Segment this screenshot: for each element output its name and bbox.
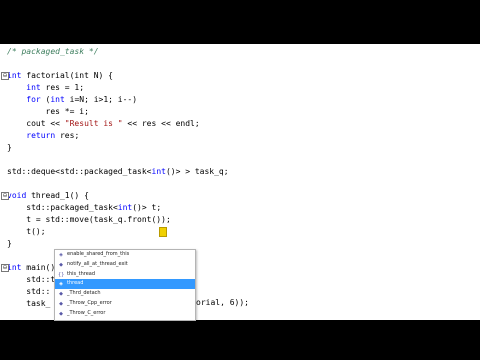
code-keyword: return	[26, 131, 56, 140]
code-line[interactable]: std::packaged_task<int()> t;	[7, 202, 161, 214]
code-text: task_	[7, 299, 51, 308]
code-keyword: int	[117, 203, 133, 212]
autocomplete-item[interactable]: ◆ _Thrd_detach	[55, 289, 195, 299]
code-text: }	[7, 239, 12, 248]
class-icon: ◈	[59, 252, 63, 258]
code-keyword: for	[26, 95, 41, 104]
autocomplete-item-label: enable_shared_from_this	[67, 251, 130, 257]
function-icon: ◆	[59, 310, 63, 317]
code-line[interactable]: std::	[7, 286, 50, 298]
code-line[interactable]: t();	[7, 226, 46, 238]
autocomplete-item[interactable]: ◆ _Throw_Cpp_error	[55, 299, 195, 309]
code-keyword: int	[7, 263, 22, 272]
function-icon: ◆	[59, 300, 63, 307]
code-string: "Result is "	[64, 119, 123, 128]
code-text: t = std::move(task_q.front());	[7, 215, 171, 224]
fold-collapse-icon[interactable]: ⊖	[1, 192, 9, 200]
code-keyword: int	[151, 167, 166, 176]
occluded-code-fragment: orial, 6));	[196, 298, 249, 307]
code-keyword: void	[7, 191, 27, 200]
autocomplete-item-label: _Throw_C_error	[67, 309, 106, 316]
code-keyword: int	[26, 83, 41, 92]
code-line[interactable]: res *= i;	[7, 106, 89, 118]
lightbulb-marker-icon	[159, 227, 167, 237]
code-text: ()> > task_q;	[165, 167, 229, 176]
function-icon: ◆	[59, 291, 63, 298]
code-text: cout <<	[7, 119, 65, 128]
code-text: std::packaged_task<	[7, 203, 118, 212]
code-line[interactable]: int factorial(int N) {	[7, 70, 113, 82]
class-icon: ◈	[59, 281, 63, 288]
function-icon: ◆	[59, 261, 63, 268]
autocomplete-item-label: this_thread	[67, 270, 96, 277]
autocomplete-item[interactable]: {} this_thread	[55, 270, 195, 280]
code-text: t();	[7, 227, 46, 236]
code-text: std::deque<std::packaged_task<	[7, 167, 152, 176]
code-line[interactable]: }	[7, 238, 12, 250]
autocomplete-item-label: _Thrd_detach	[67, 290, 101, 297]
code-line[interactable]: t = std::move(task_q.front());	[7, 214, 171, 226]
autocomplete-item-label: notify_all_at_thread_exit	[67, 260, 128, 267]
code-text: i=N; i>1; i--)	[64, 95, 138, 104]
editor-gutter	[0, 44, 4, 320]
code-line[interactable]: return res;	[7, 130, 79, 142]
autocomplete-popup[interactable]: ◈ enable_shared_from_this ◆ notify_all_at_t…	[54, 249, 196, 321]
code-text: (	[40, 95, 51, 104]
autocomplete-item-label: thread	[67, 280, 84, 287]
autocomplete-item[interactable]: ◆ notify_all_at_thread_exit	[55, 260, 195, 270]
code-text: }	[7, 143, 12, 152]
code-text: thread_1() {	[26, 191, 89, 200]
autocomplete-item[interactable]: ◆ _Throw_C_error	[55, 309, 195, 319]
code-text: res *= i;	[7, 107, 89, 116]
code-text: << res << endl;	[122, 119, 200, 128]
code-keyword: int	[50, 95, 65, 104]
code-text: std::	[7, 287, 51, 296]
code-line[interactable]: /* packaged_task */	[7, 46, 99, 58]
code-text: res;	[55, 131, 80, 140]
code-text: ()> t;	[132, 203, 162, 212]
fold-collapse-icon[interactable]: ⊖	[1, 264, 9, 272]
code-line[interactable]: int res = 1;	[7, 82, 84, 94]
code-line[interactable]: task_	[7, 298, 50, 310]
code-line[interactable]: std::deque<std::packaged_task<int()> > t…	[7, 166, 229, 178]
autocomplete-item[interactable]: ◈ enable_shared_from_this	[55, 250, 195, 260]
code-line[interactable]: }	[7, 142, 12, 154]
autocomplete-item[interactable]: ◈ thread	[55, 279, 195, 290]
code-text: res = 1;	[40, 83, 85, 92]
code-text: factorial(int N) {	[21, 71, 113, 80]
fold-collapse-icon[interactable]: ⊖	[1, 72, 9, 80]
code-keyword: int	[7, 71, 22, 80]
code-line[interactable]: for (int i=N; i>1; i--)	[7, 94, 137, 106]
namespace-icon: {}	[58, 271, 65, 278]
autocomplete-item-label: _Throw_Cpp_error	[67, 299, 112, 306]
code-line[interactable]: cout << "Result is " << res << endl;	[7, 118, 200, 130]
code-comment: /* packaged_task */	[7, 47, 99, 56]
code-line[interactable]: void thread_1() {	[7, 190, 89, 202]
